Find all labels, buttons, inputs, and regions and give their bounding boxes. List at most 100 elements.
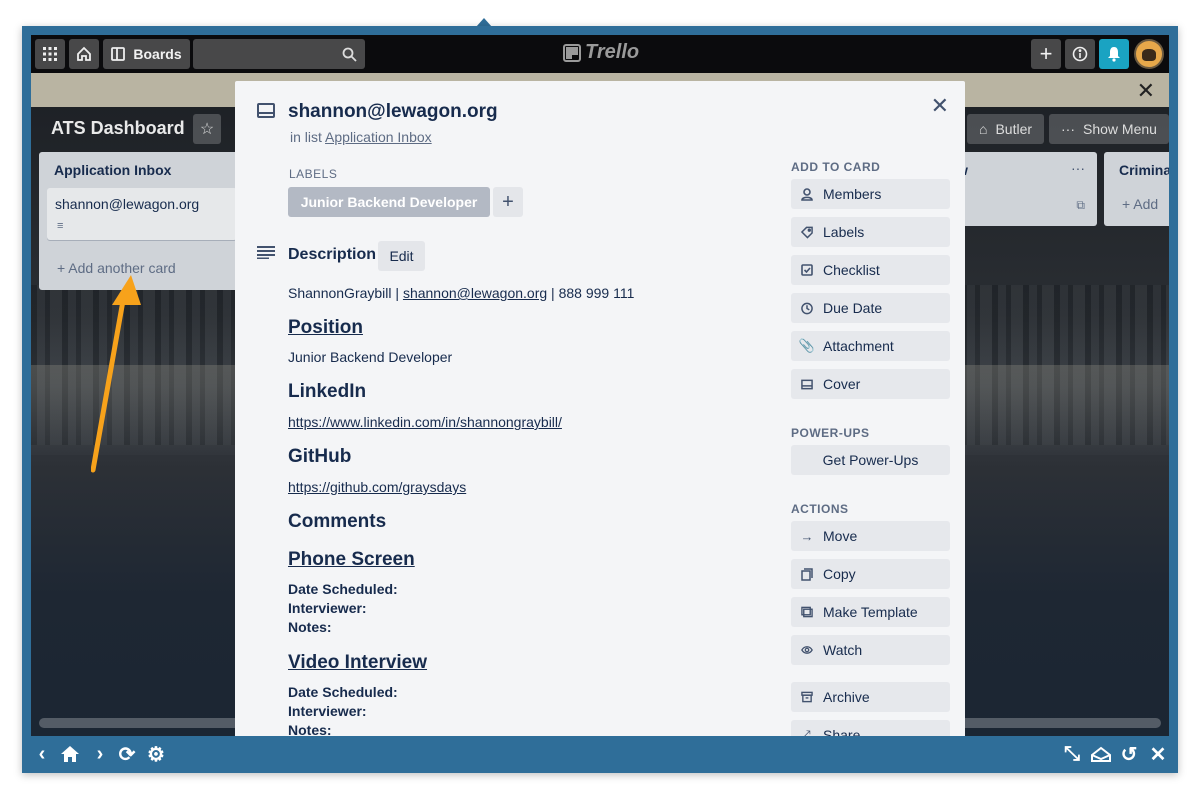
- members-label: Members: [823, 186, 882, 202]
- list-criminal: Crimina + Add: [1104, 152, 1169, 226]
- paperclip-icon: 📎: [798, 338, 816, 353]
- show-menu-label: Show Menu: [1083, 121, 1157, 137]
- actions-heading: ACTIONS: [791, 502, 849, 516]
- home-button[interactable]: [69, 39, 99, 69]
- video-notes: Notes:: [288, 722, 332, 736]
- forward-icon[interactable]: ›: [88, 742, 112, 766]
- list-title[interactable]: Application Inbox: [54, 162, 171, 178]
- boards-label: Boards: [133, 46, 182, 62]
- inbox-icon[interactable]: [1089, 742, 1113, 766]
- labels-button[interactable]: Labels: [791, 217, 950, 247]
- add-card-button[interactable]: + Add: [1122, 196, 1158, 212]
- add-card-label: Add: [1133, 196, 1159, 212]
- card-list-ref: in list Application Inbox: [290, 129, 432, 145]
- search-input[interactable]: [193, 39, 365, 69]
- butler-button[interactable]: ⌂ Butler: [967, 114, 1045, 144]
- add-card-label: Add another card: [68, 260, 176, 276]
- list-application-inbox: Application Inbox shannon@lewagon.org ≡ …: [39, 152, 251, 290]
- contact-name: ShannonGraybill |: [288, 285, 403, 301]
- members-button[interactable]: Members: [791, 179, 950, 209]
- template-icon[interactable]: ⧉: [1076, 198, 1085, 213]
- add-card-button[interactable]: + Add another card: [57, 260, 176, 276]
- contact-line: ShannonGraybill | shannon@lewagon.org | …: [288, 285, 634, 301]
- video-date-scheduled: Date Scheduled:: [288, 684, 398, 700]
- clock-icon: [801, 302, 813, 315]
- butler-label: Butler: [995, 121, 1033, 137]
- info-button[interactable]: [1065, 39, 1095, 69]
- close-modal-button[interactable]: ✕: [931, 93, 949, 119]
- linkedin-link[interactable]: https://www.linkedin.com/in/shannongrayb…: [288, 414, 562, 430]
- position-heading: Position: [288, 317, 363, 338]
- due-date-button[interactable]: Due Date: [791, 293, 950, 323]
- get-power-ups-button[interactable]: Get Power-Ups: [791, 445, 950, 475]
- show-menu-button[interactable]: ··· Show Menu: [1049, 114, 1169, 144]
- plus-icon: +: [1039, 41, 1053, 66]
- phone-notes: Notes:: [288, 619, 332, 635]
- make-template-button[interactable]: Make Template: [791, 597, 950, 627]
- card-icon: [257, 103, 275, 118]
- description-icon: ≡: [57, 220, 64, 232]
- apps-grid-button[interactable]: [35, 39, 65, 69]
- cover-icon: [801, 379, 813, 390]
- label-chip[interactable]: Junior Backend Developer: [288, 187, 490, 217]
- boards-button[interactable]: Boards: [103, 39, 190, 69]
- home-icon[interactable]: [58, 742, 82, 766]
- add-to-card-heading: ADD TO CARD: [791, 160, 881, 174]
- close-icon[interactable]: ✕: [1137, 78, 1155, 104]
- plus-icon: +: [57, 260, 69, 276]
- list-link[interactable]: Application Inbox: [325, 129, 432, 145]
- bell-icon: [1108, 47, 1120, 62]
- attachment-button[interactable]: 📎 Attachment: [791, 331, 950, 361]
- add-label-button[interactable]: +: [493, 187, 523, 217]
- back-icon[interactable]: ‹: [30, 742, 54, 766]
- share-button[interactable]: ⤤ Share: [791, 720, 950, 736]
- power-ups-heading: POWER-UPS: [791, 426, 870, 440]
- checklist-icon: [801, 264, 813, 276]
- list-menu-icon[interactable]: ···: [1071, 160, 1085, 176]
- comments-heading: Comments: [288, 511, 387, 532]
- phone-interviewer: Interviewer:: [288, 600, 367, 616]
- phone-screen-heading: Phone Screen: [288, 549, 415, 570]
- notifications-button[interactable]: [1099, 39, 1129, 69]
- github-link[interactable]: https://github.com/graysdays: [288, 479, 466, 495]
- arrow-right-icon: →: [800, 528, 814, 544]
- person-icon: [801, 187, 813, 201]
- archive-icon: [801, 691, 813, 703]
- position-value: Junior Backend Developer: [288, 349, 453, 365]
- trello-logo[interactable]: Trello: [563, 41, 639, 64]
- edit-description-button[interactable]: Edit: [378, 241, 425, 271]
- board-card[interactable]: shannon@lewagon.org ≡: [47, 188, 237, 240]
- list-title[interactable]: Crimina: [1119, 162, 1169, 178]
- settings-gear-icon[interactable]: ⚙: [144, 742, 168, 766]
- cover-button[interactable]: Cover: [791, 369, 950, 399]
- labels-heading: LABELS: [289, 167, 338, 181]
- refresh-icon[interactable]: ⟳: [115, 742, 139, 766]
- close-icon[interactable]: ✕: [1146, 742, 1170, 766]
- in-list-prefix: in list: [290, 129, 322, 145]
- trello-logo-text: Trello: [585, 41, 640, 63]
- github-heading: GitHub: [288, 446, 352, 467]
- avatar[interactable]: [1134, 39, 1164, 69]
- move-button[interactable]: → Move: [791, 521, 950, 551]
- list-partial: w ··· ⧉: [951, 152, 1097, 226]
- board-title[interactable]: ATS Dashboard: [51, 118, 185, 139]
- checklist-button[interactable]: Checklist: [791, 255, 950, 285]
- apps-grid-icon: [43, 47, 57, 61]
- star-button[interactable]: ☆: [193, 114, 221, 144]
- history-icon[interactable]: ↺: [1117, 742, 1141, 766]
- tag-icon: [801, 226, 813, 239]
- star-icon: ☆: [199, 121, 215, 138]
- contact-phone: | 888 999 111: [547, 285, 635, 301]
- expand-icon[interactable]: ⤡: [1060, 742, 1084, 766]
- create-button[interactable]: +: [1031, 39, 1061, 69]
- contact-email-link[interactable]: shannon@lewagon.org: [403, 285, 547, 301]
- search-icon: [342, 47, 357, 62]
- checklist-label: Checklist: [823, 262, 880, 278]
- make-template-label: Make Template: [823, 604, 918, 620]
- archive-button[interactable]: Archive: [791, 682, 950, 712]
- copy-button[interactable]: Copy: [791, 559, 950, 589]
- watch-button[interactable]: Watch: [791, 635, 950, 665]
- browser-toolbar: ‹ › ⟳ ⚙ ⤡ ↺ ✕: [22, 737, 1178, 773]
- card-title[interactable]: shannon@lewagon.org: [288, 101, 498, 123]
- copy-icon: [801, 567, 813, 581]
